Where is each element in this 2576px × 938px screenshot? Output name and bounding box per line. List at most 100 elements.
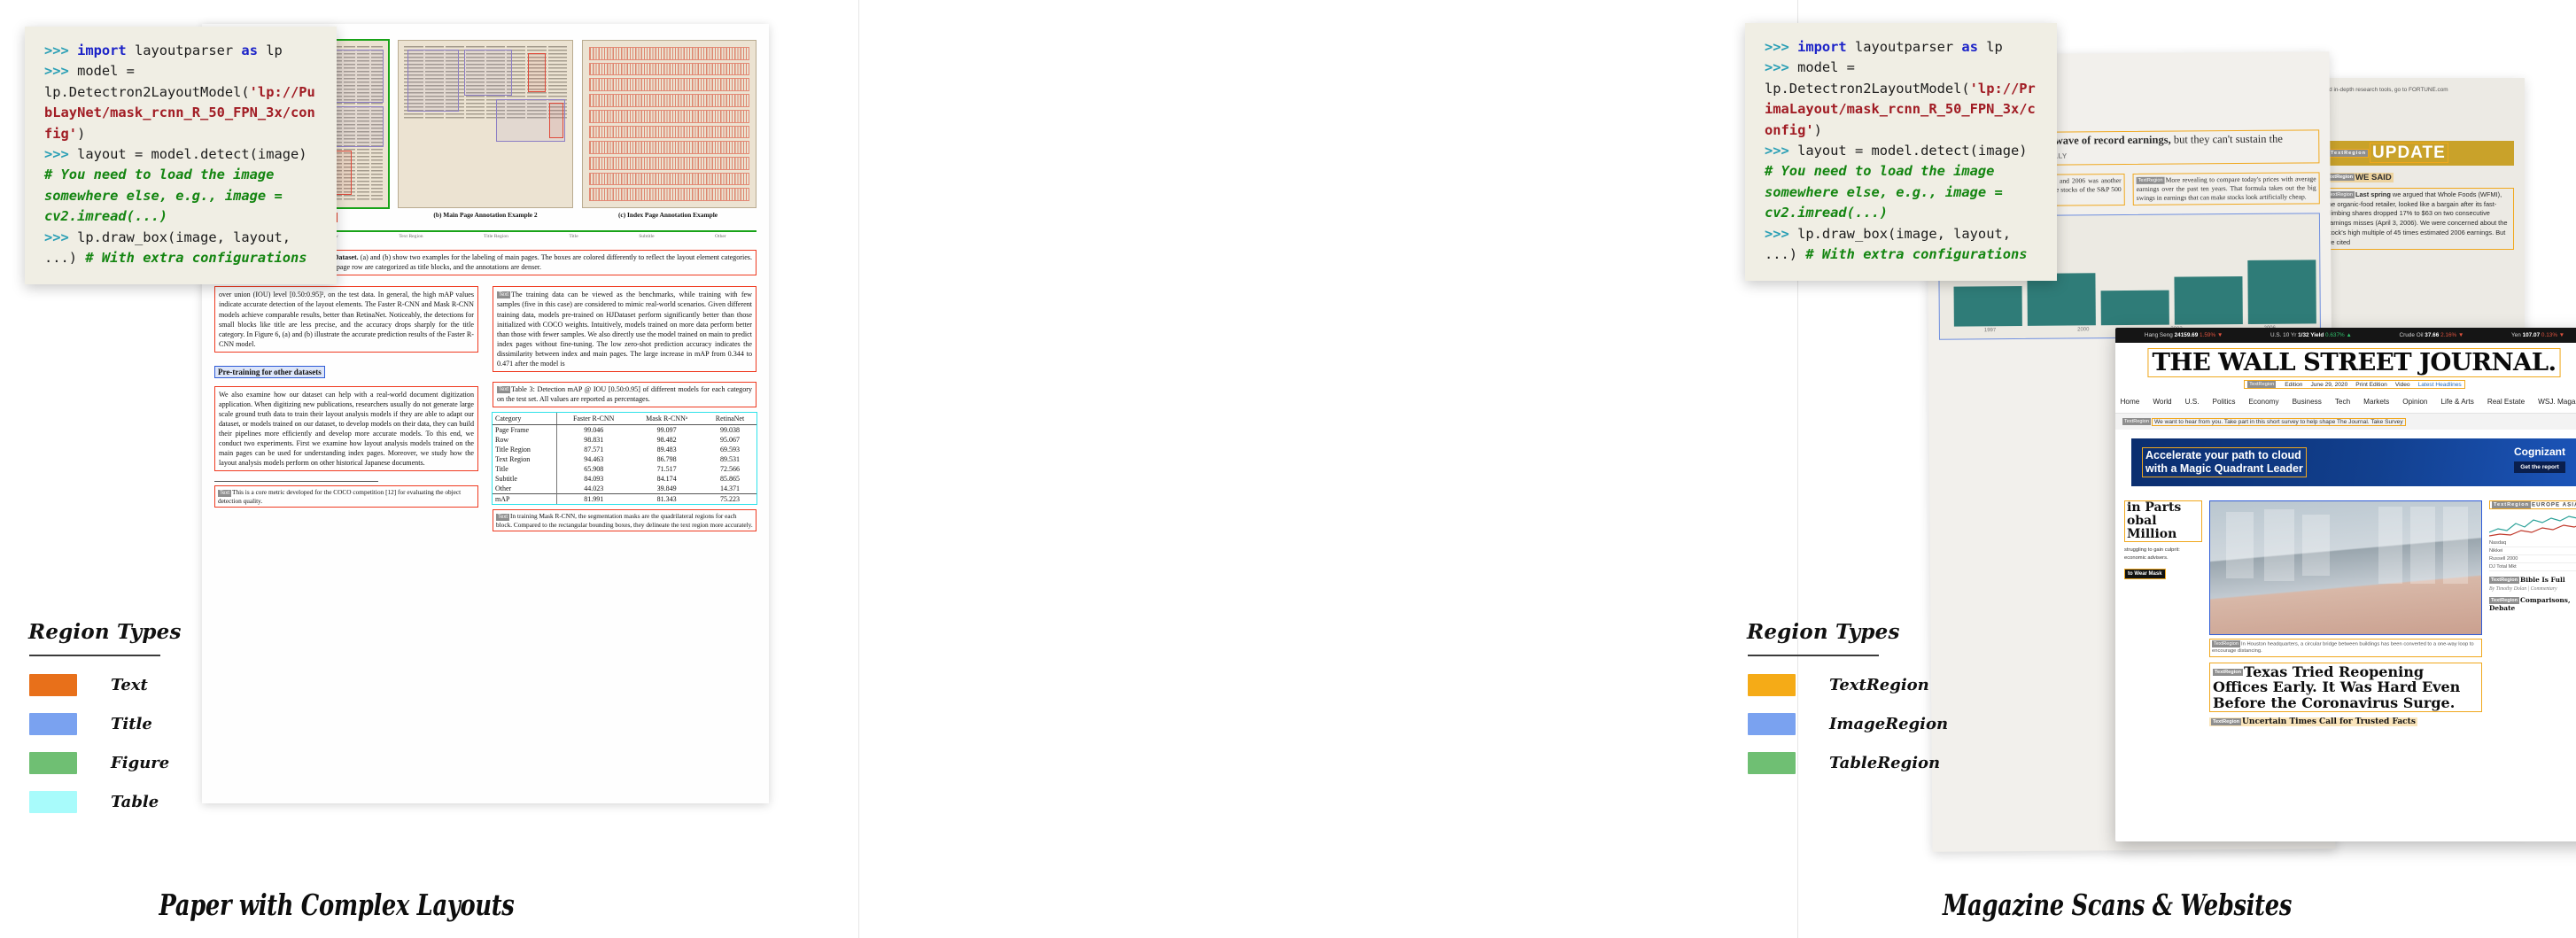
legend-swatch [1748, 674, 1796, 696]
code-token: >>> [44, 229, 78, 245]
table-cell: Subtitle [493, 474, 558, 485]
code-snippet-publaynet[interactable]: >>> import layoutparser as lp >>> model =… [25, 27, 337, 285]
code-token: ) [1813, 121, 1822, 138]
table-summary-row: mAP 81.991 81.343 75.223 [493, 493, 757, 505]
table-cell: 65.908 [584, 465, 604, 474]
table-row: Subtitle 84.093 84.174 85.865 [493, 474, 757, 485]
legend-swatch [29, 791, 77, 813]
legend-item: ImageRegion [1745, 713, 2002, 735]
figure-thumb-b [398, 40, 573, 208]
figure-root: Text(a) Main Page Annotation Example 1 (… [0, 0, 2576, 938]
legend-swatch [29, 674, 77, 696]
legend-rows: TextRegion ImageRegion TableRegion [1745, 674, 2002, 774]
legend-label: TableRegion [1829, 754, 1941, 772]
code-line-3: lp.Detectron2LayoutModel('lp://PubLayNet… [44, 82, 321, 144]
code-line-4: >>> layout = model.detect(image) # You n… [44, 144, 321, 228]
code-token: ) [77, 125, 86, 142]
footnote-left: Text This is a core metric developed for … [214, 485, 478, 508]
th-mask-rcnn: Mask R-CNNᵃ [630, 413, 703, 426]
region-tag-text: Text [497, 386, 511, 394]
code-line-1: >>> import layoutparser as lp [1765, 37, 2041, 58]
cat-subtitle: Subtitle [639, 234, 655, 239]
code-line-1: >>> import layoutparser as lp [44, 41, 321, 61]
code-token: # You need to load the image somewhere e… [44, 167, 291, 225]
legend-item: Table [27, 791, 283, 813]
legend-title: Region Types [28, 620, 182, 644]
table-row: Page Frame 99.046 99.097 99.038 [493, 424, 757, 436]
region-tag-text: Text [497, 291, 511, 299]
legend-swatch [1748, 752, 1796, 774]
panel-paper: Text(a) Main Page Annotation Example 1 (… [0, 0, 859, 938]
legend-paper: Region Types Text Title Figure Table [27, 620, 283, 813]
table-cell: 44.023 [584, 485, 604, 493]
paragraph-right-1-text: The training data can be viewed as the b… [497, 291, 752, 368]
table-header-row: Category Faster R-CNN Mask R-CNNᵃ Retina… [493, 413, 757, 426]
figure-thumb-c [581, 40, 757, 208]
legend-label: Text [111, 676, 148, 694]
legend-magazine: Region Types TextRegion ImageRegion TableR… [1745, 620, 2002, 774]
table-cell: 84.093 [584, 475, 604, 484]
table-cell: 89.483 [656, 446, 677, 454]
code-line-2: >>> model = [1765, 58, 2041, 78]
paper-left-column: over union (IOU) level [0.50:0.95]², on … [214, 286, 478, 531]
code-line-3: lp.Detectron2LayoutModel('lp://PrimaLayo… [1765, 79, 2041, 141]
legend-item: Figure [27, 752, 283, 774]
table-body: Page Frame 99.046 99.097 99.038 Row 98.831 98.… [493, 424, 757, 505]
code-line-4: >>> layout = model.detect(image) # You n… [1765, 141, 2041, 224]
legend-item: TextRegion [1745, 674, 2002, 696]
table-cell: 71.517 [656, 465, 677, 474]
code-token: # With extra configurations [1805, 246, 2028, 263]
table-cell: mAP [493, 493, 558, 505]
table-row: Title 65.908 71.517 72.566 [493, 464, 757, 475]
region-tag-text: Text [218, 489, 232, 497]
code-token: >>> [44, 146, 78, 163]
code-token: model = [77, 63, 135, 80]
paper-two-column-body: over union (IOU) level [0.50:0.95]², on … [214, 286, 757, 532]
paper-right-column: Text The training data can be viewed as t… [492, 286, 757, 532]
table-cell: 87.571 [584, 446, 604, 454]
code-line-2: >>> model = [44, 61, 321, 81]
table-cell: 99.097 [656, 426, 677, 435]
code-token: # With extra configurations [85, 250, 307, 267]
paragraph-left-1: over union (IOU) level [0.50:0.95]², on … [214, 286, 478, 353]
legend-label: Figure [111, 754, 170, 772]
table-cell: 39.849 [656, 485, 677, 493]
legend-rows: Text Title Figure Table [27, 674, 283, 813]
figure-subcaption-c: (c) Index Page Annotation Example [617, 211, 718, 219]
th-category: Category [493, 413, 558, 426]
figure-subcaption-b: (b) Main Page Annotation Example 2 [433, 211, 538, 219]
table-cell: 75.223 [702, 493, 757, 505]
code-token: >>> [44, 43, 78, 58]
table-row: Other 44.023 39.849 14.371 [493, 484, 757, 494]
table-cell: Row [493, 435, 558, 446]
th-faster-rcnn: Faster R-CNN [556, 413, 631, 426]
table-cell: Page Frame [493, 424, 558, 436]
legend-label: Title [111, 715, 152, 733]
code-token: import [77, 43, 127, 58]
region-tag-text: Text [496, 513, 510, 521]
table-cell: 99.038 [719, 426, 740, 435]
index-row-annotations [588, 47, 749, 202]
legend-swatch [29, 713, 77, 735]
cat-title-region: Title Region [484, 234, 508, 239]
code-token: >>> [1765, 39, 1798, 55]
table-cell: 95.067 [719, 436, 740, 445]
th-retinanet: RetinaNet [702, 413, 757, 426]
code-token: layoutparser [1846, 39, 1962, 55]
table-row: Text Region 94.463 86.798 89.531 [493, 454, 757, 465]
legend-item: Title [27, 713, 283, 735]
table-cell: 81.991 [556, 493, 631, 505]
legend-item: TableRegion [1745, 752, 2002, 774]
table-caption: Text Table 3: Detection mAP @ IOU [0.50:0… [493, 381, 757, 408]
table-cell: 99.046 [584, 426, 604, 435]
code-token: as [241, 43, 258, 58]
legend-swatch [29, 752, 77, 774]
code-token: >>> [1765, 225, 1798, 242]
code-snippet-primalayout[interactable]: >>> import layoutparser as lp >>> model =… [1745, 23, 2057, 282]
code-token: lp [257, 43, 283, 58]
table-cell: 86.798 [656, 455, 677, 464]
table-cell: 69.593 [719, 446, 740, 454]
results-table: Category Faster R-CNN Mask R-CNNᵃ Retina… [492, 412, 757, 506]
code-token: layoutparser [126, 43, 242, 58]
panel-magazine: and in-depth research tools, go to FORTU… [859, 0, 2576, 938]
